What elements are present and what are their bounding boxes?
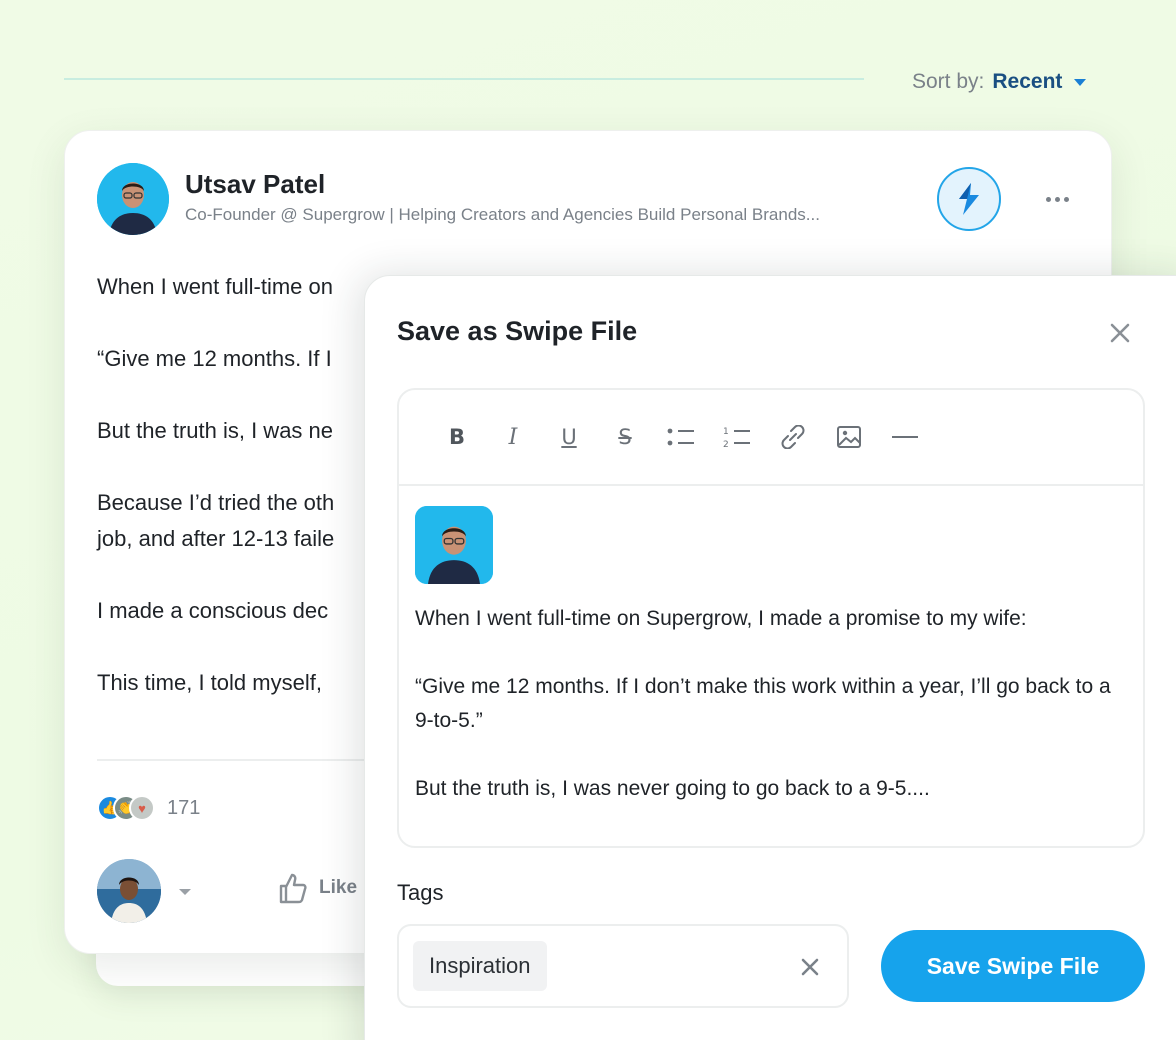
chevron-down-icon[interactable] [1074, 78, 1087, 86]
bullet-list-icon[interactable] [653, 417, 709, 457]
bolt-icon [959, 183, 979, 215]
sort-dropdown[interactable]: Sort by: Recent [912, 68, 1087, 96]
more-options-icon[interactable] [1035, 185, 1079, 213]
link-icon[interactable] [765, 417, 821, 457]
supergrow-badge[interactable] [937, 167, 1001, 231]
like-label: Like [319, 877, 358, 898]
sort-label: Sort by: [912, 70, 985, 93]
bold-icon[interactable]: B [429, 417, 485, 457]
save-swipe-file-modal: Save as Swipe File B I U S 12 When I wen… [364, 275, 1176, 1040]
author-headline: Co-Founder @ Supergrow | Helping Creator… [185, 205, 820, 224]
embedded-avatar-image [415, 506, 493, 584]
image-icon[interactable] [821, 417, 877, 457]
reactions-summary[interactable]: 👍 👏 ♥ 171 [97, 795, 200, 821]
close-icon[interactable] [1105, 318, 1135, 348]
editor-paragraph: “Give me 12 months. If I don’t make this… [415, 675, 1111, 732]
svg-text:1: 1 [723, 427, 729, 437]
editor-paragraph: When I went full-time on Supergrow, I ma… [415, 607, 1027, 630]
thumbs-up-icon [279, 873, 307, 904]
tags-input[interactable]: Inspiration [397, 924, 849, 1008]
strikethrough-icon[interactable]: S [597, 417, 653, 457]
chevron-down-icon[interactable] [179, 889, 191, 895]
reaction-count: 171 [167, 796, 201, 819]
feed-divider [64, 78, 864, 80]
tag-chip[interactable]: Inspiration [413, 941, 547, 991]
love-reaction-icon: ♥ [129, 795, 155, 821]
horizontal-rule-icon[interactable] [877, 417, 933, 457]
tags-label: Tags [397, 880, 444, 905]
underline-icon[interactable]: U [541, 417, 597, 457]
save-swipe-file-button[interactable]: Save Swipe File [881, 930, 1145, 1002]
editor-paragraph: But the truth is, I was never going to g… [415, 777, 930, 800]
italic-icon[interactable]: I [485, 417, 541, 457]
post-separator [97, 759, 397, 761]
current-user-avatar[interactable] [97, 859, 161, 923]
modal-title: Save as Swipe File [397, 316, 638, 346]
like-button[interactable]: Like [275, 871, 357, 905]
clear-tags-icon[interactable] [797, 954, 823, 980]
svg-text:2: 2 [723, 440, 729, 449]
numbered-list-icon[interactable]: 12 [709, 417, 765, 457]
editor-content[interactable]: When I went full-time on Supergrow, I ma… [399, 486, 1143, 806]
sort-value[interactable]: Recent [992, 70, 1062, 94]
author-name[interactable]: Utsav Patel [185, 169, 325, 200]
author-avatar[interactable] [97, 163, 169, 235]
rich-text-editor[interactable]: B I U S 12 When I went full-time on Supe… [397, 388, 1145, 848]
editor-toolbar: B I U S 12 [399, 390, 1143, 486]
